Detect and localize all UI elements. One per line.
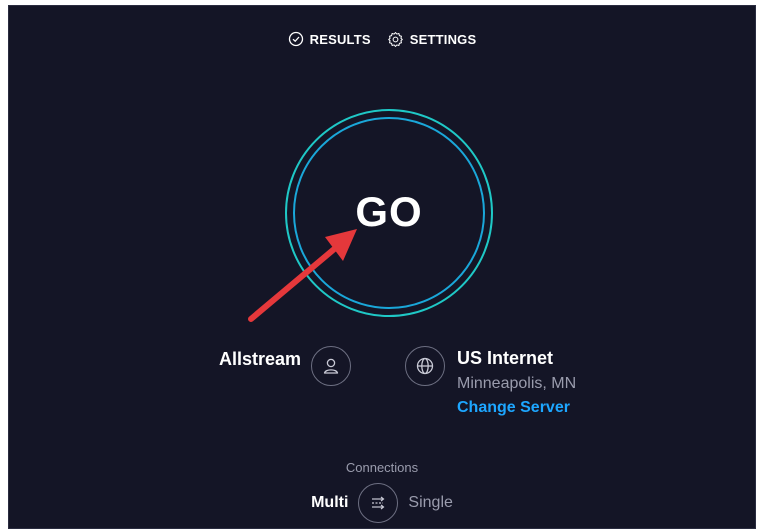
results-label: RESULTS — [309, 31, 371, 47]
server-info: US Internet Minneapolis, MN Change Serve… — [405, 346, 576, 417]
connections-icon — [372, 496, 385, 510]
check-circle-icon — [288, 31, 304, 47]
connections-label: Connections — [345, 460, 419, 475]
connections-toggle-row: Multi Single — [9, 483, 755, 523]
settings-link[interactable]: SETTINGS — [387, 31, 477, 48]
connections-toggle[interactable] — [358, 483, 399, 523]
provider-info: Allstream — [219, 346, 352, 386]
globe-icon — [405, 346, 445, 386]
server-name: US Internet — [457, 348, 554, 368]
server-location: Minneapolis, MN — [457, 375, 577, 392]
speedtest-panel: RESULTS SETTINGS GO Allstream US Interne… — [8, 5, 756, 529]
server-text: US Internet Minneapolis, MN Change Serve… — [457, 348, 576, 417]
connections-multi-option[interactable]: Multi — [311, 494, 348, 512]
red-arrow-annotation — [248, 229, 357, 322]
connections-single-option[interactable]: Single — [408, 494, 452, 512]
user-icon — [311, 346, 352, 386]
top-nav: RESULTS SETTINGS — [9, 28, 755, 50]
settings-label: SETTINGS — [409, 31, 477, 47]
gear-icon — [387, 31, 404, 48]
provider-name: Allstream — [219, 349, 302, 369]
results-link[interactable]: RESULTS — [288, 31, 371, 47]
change-server-link[interactable]: Change Server — [457, 399, 576, 417]
